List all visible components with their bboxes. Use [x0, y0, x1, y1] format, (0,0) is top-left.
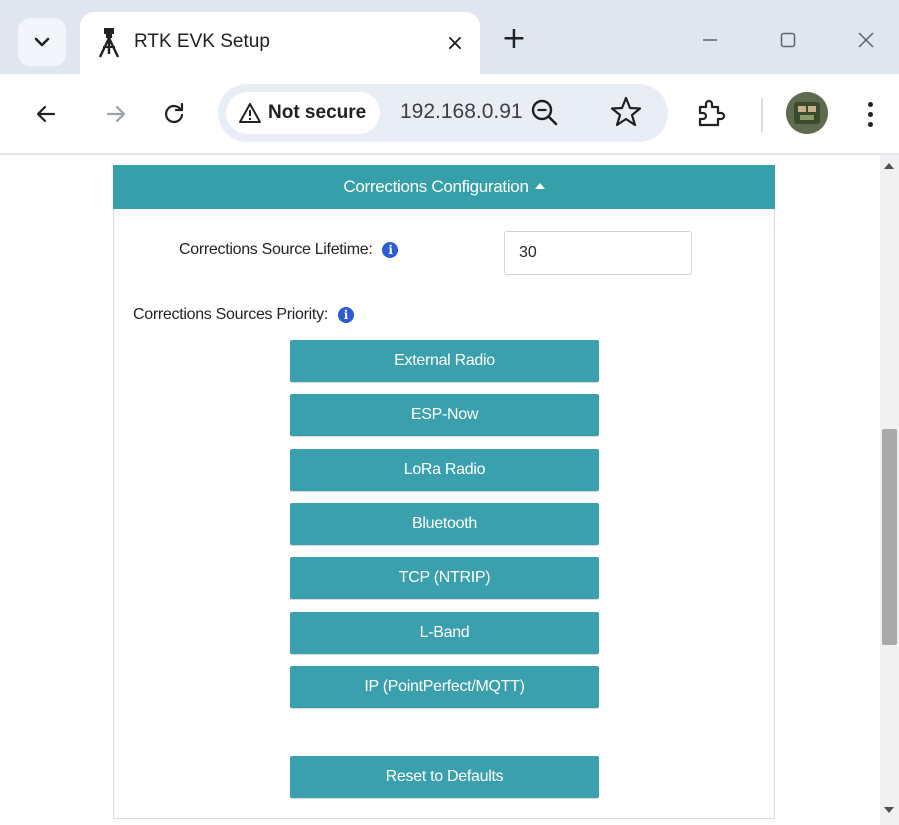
- browser-window: RTK EVK Setup × + Not secure 192.168.0.9…: [0, 0, 899, 825]
- source-button-bluetooth[interactable]: Bluetooth: [290, 503, 599, 545]
- warning-icon: [239, 103, 261, 123]
- security-label: Not secure: [268, 102, 367, 123]
- source-button-l-band[interactable]: L-Band: [290, 612, 599, 654]
- priority-label-row: Corrections Sources Priority: i: [133, 306, 354, 324]
- tab-search-button[interactable]: [18, 18, 66, 66]
- toolbar-separator: [761, 98, 763, 132]
- tripod-icon: [98, 28, 120, 58]
- profile-avatar[interactable]: [786, 92, 828, 134]
- arrow-right-icon: [106, 105, 126, 123]
- active-tab[interactable]: RTK EVK Setup ×: [80, 12, 480, 74]
- scroll-up-arrow-icon[interactable]: [884, 163, 894, 169]
- lifetime-label-row: Corrections Source Lifetime: i: [179, 241, 399, 259]
- reload-icon: [164, 102, 184, 124]
- minimize-button[interactable]: [690, 24, 730, 56]
- page-content: Corrections Configuration Corrections So…: [0, 155, 880, 825]
- panel-header-label: Corrections Configuration: [343, 177, 529, 196]
- tab-close-button[interactable]: ×: [440, 28, 470, 58]
- scroll-thumb[interactable]: [882, 429, 897, 645]
- priority-label: Corrections Sources Priority:: [133, 306, 328, 323]
- scroll-down-arrow-icon[interactable]: [884, 807, 894, 813]
- avatar-icon: [786, 92, 828, 134]
- caret-up-icon: [534, 183, 545, 189]
- reset-defaults-button[interactable]: Reset to Defaults: [290, 756, 599, 798]
- menu-icon[interactable]: [856, 96, 884, 132]
- security-chip[interactable]: Not secure: [226, 92, 381, 134]
- forward-button[interactable]: [96, 94, 136, 134]
- source-button-ip-pointperfect[interactable]: IP (PointPerfect/MQTT): [290, 666, 599, 708]
- new-tab-button[interactable]: +: [498, 21, 530, 56]
- close-window-button[interactable]: [846, 24, 886, 56]
- source-button-external-radio[interactable]: External Radio: [290, 340, 599, 382]
- source-button-esp-now[interactable]: ESP-Now: [290, 394, 599, 436]
- address-bar[interactable]: Not secure 192.168.0.91: [218, 84, 668, 142]
- corrections-config-header[interactable]: Corrections Configuration: [113, 165, 775, 209]
- tab-strip: RTK EVK Setup × +: [0, 0, 899, 74]
- minimize-icon: [703, 39, 717, 41]
- lifetime-label: Corrections Source Lifetime:: [179, 241, 373, 258]
- chevron-down-icon: [34, 37, 50, 47]
- zoom-icon[interactable]: [528, 96, 562, 130]
- arrow-left-icon: [36, 105, 56, 123]
- info-icon[interactable]: i: [337, 307, 354, 323]
- source-button-lora-radio[interactable]: LoRa Radio: [290, 449, 599, 491]
- page-scrollbar[interactable]: [880, 155, 899, 825]
- close-icon: [858, 32, 874, 48]
- tab-title: RTK EVK Setup: [134, 31, 270, 52]
- reload-button[interactable]: [154, 94, 194, 134]
- browser-toolbar: Not secure 192.168.0.91: [0, 74, 899, 154]
- info-icon[interactable]: i: [382, 242, 399, 258]
- source-button-tcp-ntrip[interactable]: TCP (NTRIP): [290, 557, 599, 599]
- url-text[interactable]: 192.168.0.91: [400, 100, 523, 124]
- lifetime-input[interactable]: [504, 231, 692, 275]
- maximize-button[interactable]: [768, 24, 808, 56]
- maximize-icon: [780, 32, 796, 48]
- star-icon[interactable]: [608, 94, 644, 130]
- extensions-icon[interactable]: [694, 98, 726, 130]
- back-button[interactable]: [26, 94, 66, 134]
